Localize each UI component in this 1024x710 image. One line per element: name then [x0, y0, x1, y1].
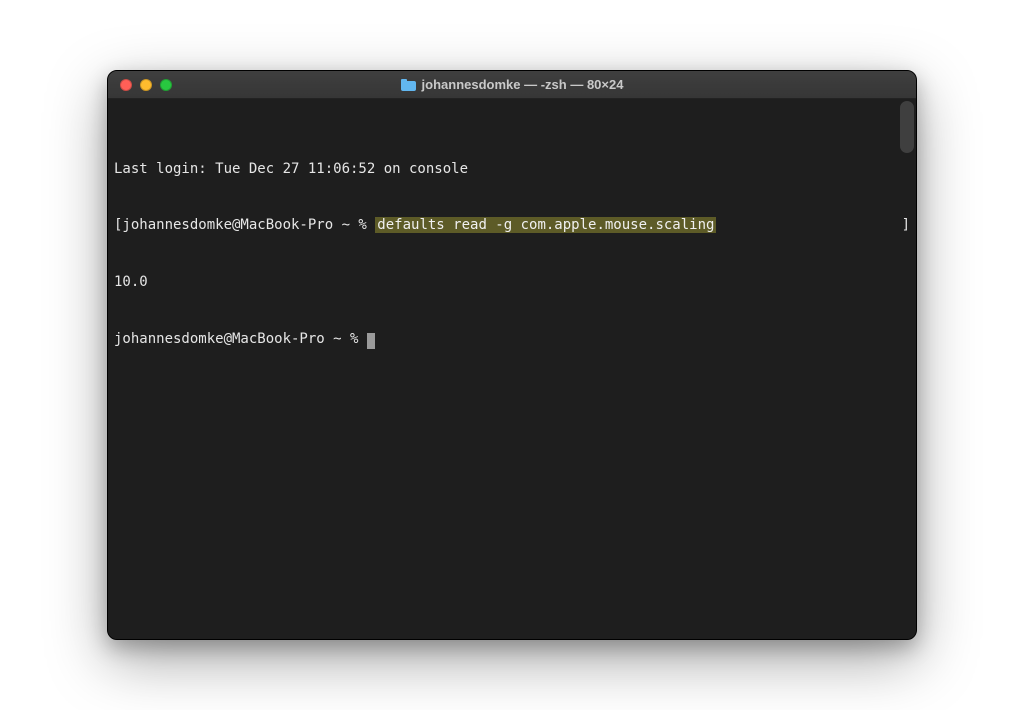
scrollbar-thumb[interactable] — [900, 101, 914, 153]
command-output: 10.0 — [114, 273, 910, 292]
prompt-line-1: [johannesdomke@MacBook-Pro ~ % defaults … — [114, 216, 910, 235]
titlebar[interactable]: johannesdomke — -zsh — 80×24 — [108, 71, 916, 99]
maximize-icon[interactable] — [160, 79, 172, 91]
prompt-line-2: johannesdomke@MacBook-Pro ~ % — [114, 330, 910, 349]
traffic-lights — [108, 79, 172, 91]
close-icon[interactable] — [120, 79, 132, 91]
last-login-text: Last login: Tue Dec 27 11:06:52 on conso… — [114, 160, 910, 179]
prompt-prefix: [johannesdomke@MacBook-Pro ~ % — [114, 217, 375, 233]
command-highlight: defaults read -g com.apple.mouse.scaling — [375, 217, 716, 233]
title-center: johannesdomke — -zsh — 80×24 — [108, 77, 916, 92]
bracket-right: ] — [902, 216, 910, 235]
terminal-window: johannesdomke — -zsh — 80×24 Last login:… — [107, 70, 917, 640]
folder-icon — [401, 79, 416, 91]
window-title: johannesdomke — -zsh — 80×24 — [422, 77, 624, 92]
minimize-icon[interactable] — [140, 79, 152, 91]
cursor-icon — [367, 333, 375, 349]
terminal-body[interactable]: Last login: Tue Dec 27 11:06:52 on conso… — [108, 99, 916, 639]
